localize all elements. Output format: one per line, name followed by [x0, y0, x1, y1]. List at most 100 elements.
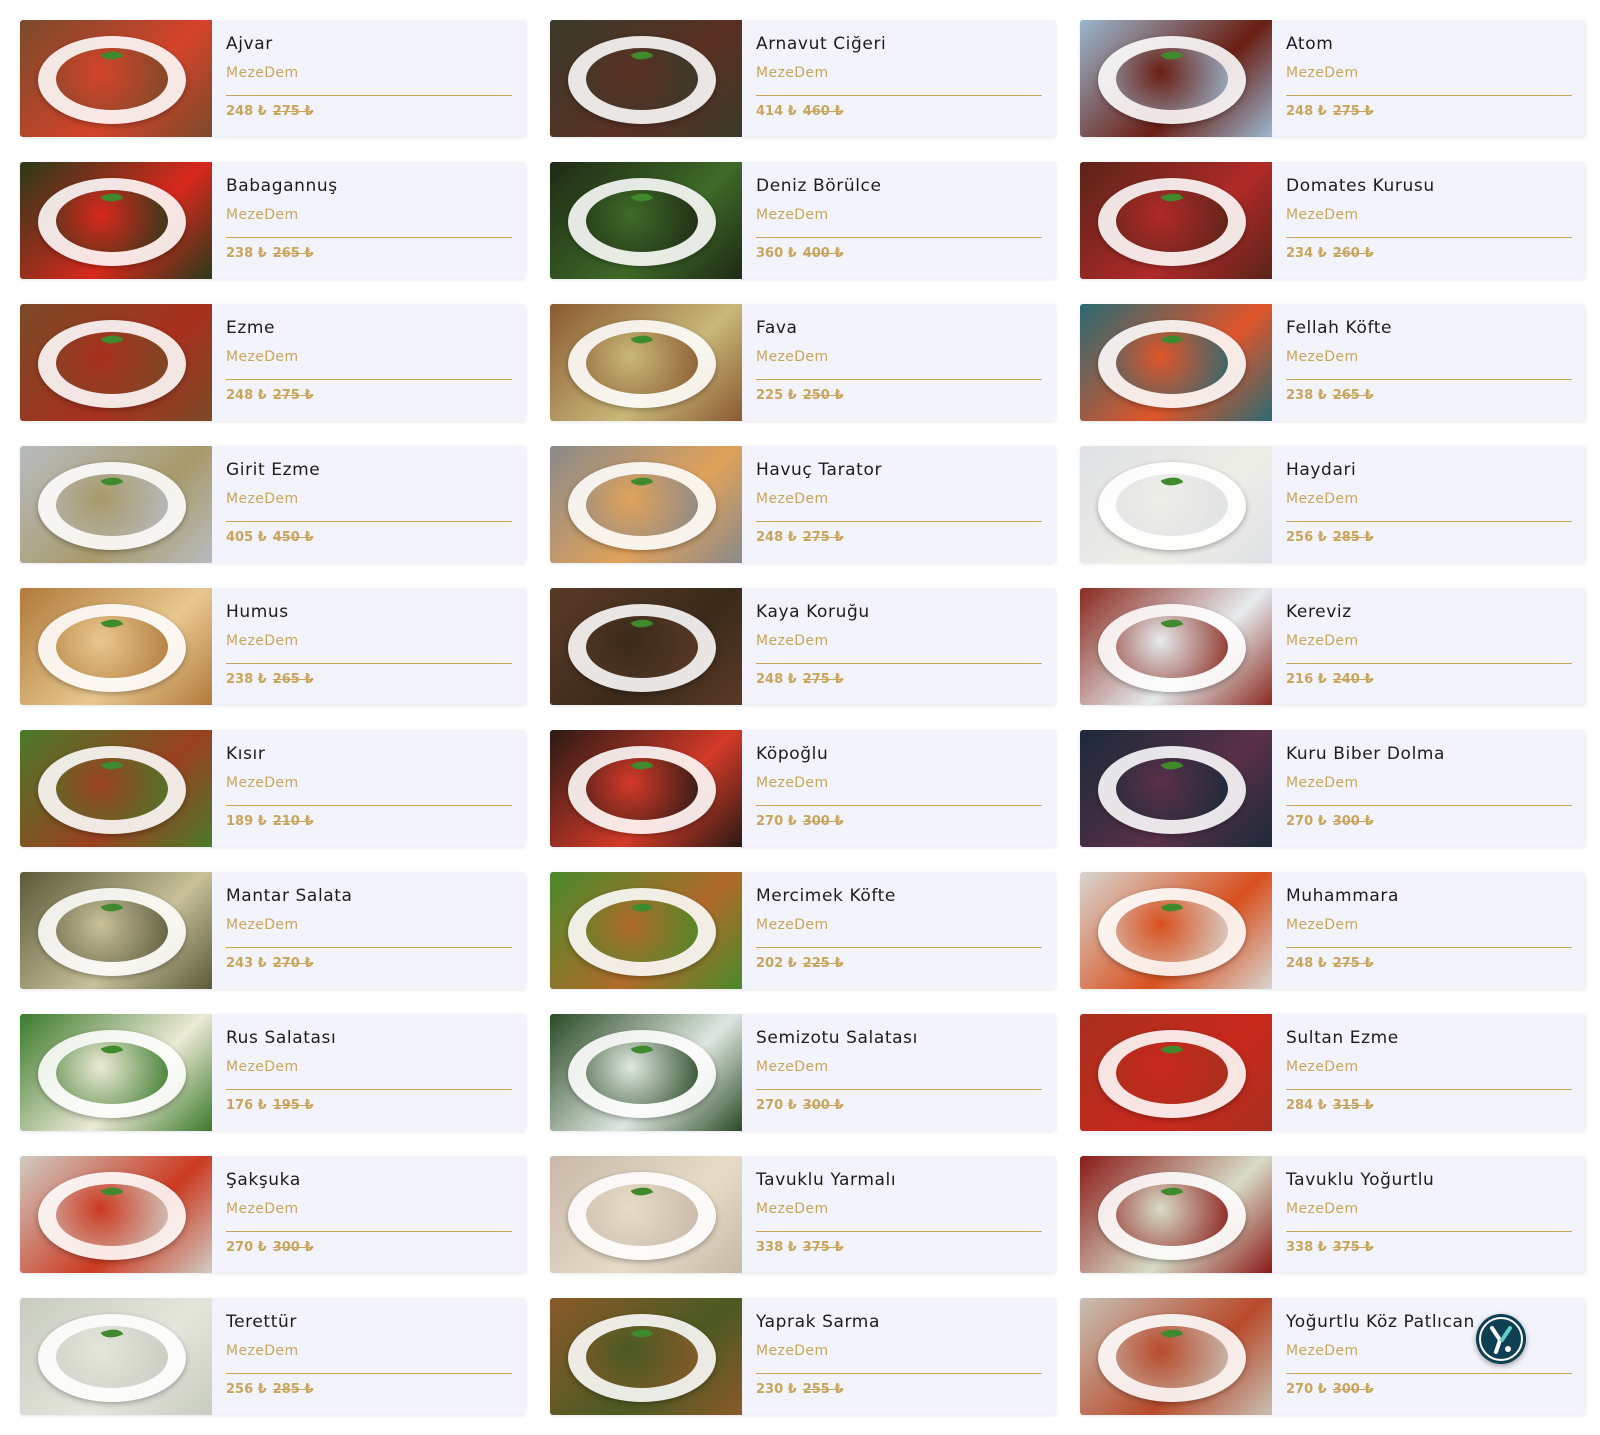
product-image[interactable]	[1080, 20, 1272, 137]
product-image[interactable]	[550, 588, 742, 705]
product-card[interactable]: Rus Salatası MezeDem 176 ₺ 195 ₺	[20, 1014, 526, 1131]
product-name[interactable]: Humus	[226, 602, 512, 622]
product-image[interactable]	[550, 304, 742, 421]
product-card[interactable]: Ezme MezeDem 248 ₺ 275 ₺	[20, 304, 526, 421]
product-card[interactable]: Domates Kurusu MezeDem 234 ₺ 260 ₺	[1080, 162, 1586, 279]
product-name[interactable]: Domates Kurusu	[1286, 176, 1572, 196]
product-image[interactable]	[550, 730, 742, 847]
product-name[interactable]: Ezme	[226, 318, 512, 338]
product-info: Ezme MezeDem 248 ₺ 275 ₺	[212, 304, 526, 421]
product-card[interactable]: Şakşuka MezeDem 270 ₺ 300 ₺	[20, 1156, 526, 1273]
product-brand: MezeDem	[226, 1059, 299, 1075]
product-image[interactable]	[1080, 588, 1272, 705]
product-card[interactable]: Haydari MezeDem 256 ₺ 285 ₺	[1080, 446, 1586, 563]
product-image[interactable]	[1080, 872, 1272, 989]
product-image[interactable]	[20, 872, 212, 989]
product-name[interactable]: Atom	[1286, 34, 1572, 54]
product-image[interactable]	[20, 588, 212, 705]
product-card[interactable]: Deniz Börülce MezeDem 360 ₺ 400 ₺	[550, 162, 1056, 279]
product-name[interactable]: Semizotu Salatası	[756, 1028, 1042, 1048]
product-image[interactable]	[20, 20, 212, 137]
product-name[interactable]: Girit Ezme	[226, 460, 512, 480]
product-name[interactable]: Yaprak Sarma	[756, 1312, 1042, 1332]
product-card[interactable]: Tavuklu Yoğurtlu MezeDem 338 ₺ 375 ₺	[1080, 1156, 1586, 1273]
product-name[interactable]: Şakşuka	[226, 1170, 512, 1190]
product-image[interactable]	[20, 304, 212, 421]
product-image[interactable]	[550, 20, 742, 137]
product-brand: MezeDem	[226, 491, 299, 507]
product-card[interactable]: Havuç Tarator MezeDem 248 ₺ 275 ₺	[550, 446, 1056, 563]
product-card[interactable]: Humus MezeDem 238 ₺ 265 ₺	[20, 588, 526, 705]
product-image[interactable]	[550, 1156, 742, 1273]
product-card[interactable]: Fellah Köfte MezeDem 238 ₺ 265 ₺	[1080, 304, 1586, 421]
product-name[interactable]: Arnavut Ciğeri	[756, 34, 1042, 54]
product-name[interactable]: Kısır	[226, 744, 512, 764]
product-card[interactable]: Girit Ezme MezeDem 405 ₺ 450 ₺	[20, 446, 526, 563]
product-image[interactable]	[1080, 1156, 1272, 1273]
product-card[interactable]: Mantar Salata MezeDem 243 ₺ 270 ₺	[20, 872, 526, 989]
product-card[interactable]: Kaya Koruğu MezeDem 248 ₺ 275 ₺	[550, 588, 1056, 705]
product-image[interactable]	[1080, 1014, 1272, 1131]
current-price: 248 ₺	[1286, 956, 1327, 971]
product-image[interactable]	[550, 446, 742, 563]
product-card[interactable]: Semizotu Salatası MezeDem 270 ₺ 300 ₺	[550, 1014, 1056, 1131]
product-name[interactable]: Yoğurtlu Köz Patlıcan	[1286, 1312, 1572, 1332]
product-card[interactable]: Arnavut Ciğeri MezeDem 414 ₺ 460 ₺	[550, 20, 1056, 137]
product-image[interactable]	[550, 1014, 742, 1131]
divider	[1286, 663, 1572, 664]
product-card[interactable]: Atom MezeDem 248 ₺ 275 ₺	[1080, 20, 1586, 137]
product-image[interactable]	[20, 446, 212, 563]
product-card[interactable]: Yaprak Sarma MezeDem 230 ₺ 255 ₺	[550, 1298, 1056, 1415]
product-name[interactable]: Mercimek Köfte	[756, 886, 1042, 906]
product-image[interactable]	[20, 730, 212, 847]
product-card[interactable]: Tavuklu Yarmalı MezeDem 338 ₺ 375 ₺	[550, 1156, 1056, 1273]
product-image[interactable]	[550, 872, 742, 989]
product-card[interactable]: Kereviz MezeDem 216 ₺ 240 ₺	[1080, 588, 1586, 705]
product-name[interactable]: Tavuklu Yoğurtlu	[1286, 1170, 1572, 1190]
product-name[interactable]: Kaya Koruğu	[756, 602, 1042, 622]
product-card[interactable]: Muhammara MezeDem 248 ₺ 275 ₺	[1080, 872, 1586, 989]
product-card[interactable]: Fava MezeDem 225 ₺ 250 ₺	[550, 304, 1056, 421]
product-image[interactable]	[20, 1014, 212, 1131]
product-image[interactable]	[20, 1156, 212, 1273]
product-image[interactable]	[1080, 162, 1272, 279]
product-card[interactable]: Sultan Ezme MezeDem 284 ₺ 315 ₺	[1080, 1014, 1586, 1131]
price-row: 338 ₺ 375 ₺	[756, 1240, 1042, 1256]
product-card[interactable]: Terettür MezeDem 256 ₺ 285 ₺	[20, 1298, 526, 1415]
product-image[interactable]	[20, 162, 212, 279]
product-name[interactable]: Kereviz	[1286, 602, 1572, 622]
product-card[interactable]: Kısır MezeDem 189 ₺ 210 ₺	[20, 730, 526, 847]
old-price: 255 ₺	[802, 1382, 844, 1397]
product-image[interactable]	[1080, 304, 1272, 421]
product-card[interactable]: Babagannuş MezeDem 238 ₺ 265 ₺	[20, 162, 526, 279]
product-name[interactable]: Haydari	[1286, 460, 1572, 480]
product-card[interactable]: Kuru Biber Dolma MezeDem 270 ₺ 300 ₺	[1080, 730, 1586, 847]
product-name[interactable]: Muhammara	[1286, 886, 1572, 906]
product-name[interactable]: Fava	[756, 318, 1042, 338]
product-name[interactable]: Tavuklu Yarmalı	[756, 1170, 1042, 1190]
product-name[interactable]: Terettür	[226, 1312, 512, 1332]
product-name[interactable]: Kuru Biber Dolma	[1286, 744, 1572, 764]
product-name[interactable]: Ajvar	[226, 34, 512, 54]
old-price: 270 ₺	[272, 956, 314, 971]
product-name[interactable]: Babagannuş	[226, 176, 512, 196]
product-name[interactable]: Deniz Börülce	[756, 176, 1042, 196]
product-image[interactable]	[20, 1298, 212, 1415]
product-image[interactable]	[550, 1298, 742, 1415]
product-name[interactable]: Sultan Ezme	[1286, 1028, 1572, 1048]
product-card[interactable]: Mercimek Köfte MezeDem 202 ₺ 225 ₺	[550, 872, 1056, 989]
product-image[interactable]	[1080, 730, 1272, 847]
product-name[interactable]: Mantar Salata	[226, 886, 512, 906]
old-price: 260 ₺	[1332, 246, 1374, 261]
product-image[interactable]	[1080, 446, 1272, 563]
product-card[interactable]: Ajvar MezeDem 248 ₺ 275 ₺	[20, 20, 526, 137]
product-name[interactable]: Havuç Tarator	[756, 460, 1042, 480]
chat-button[interactable]	[1476, 1314, 1526, 1364]
product-card[interactable]: Köpoğlu MezeDem 270 ₺ 300 ₺	[550, 730, 1056, 847]
product-name[interactable]: Fellah Köfte	[1286, 318, 1572, 338]
product-brand: MezeDem	[1286, 1201, 1359, 1217]
product-name[interactable]: Rus Salatası	[226, 1028, 512, 1048]
product-name[interactable]: Köpoğlu	[756, 744, 1042, 764]
product-image[interactable]	[1080, 1298, 1272, 1415]
product-image[interactable]	[550, 162, 742, 279]
